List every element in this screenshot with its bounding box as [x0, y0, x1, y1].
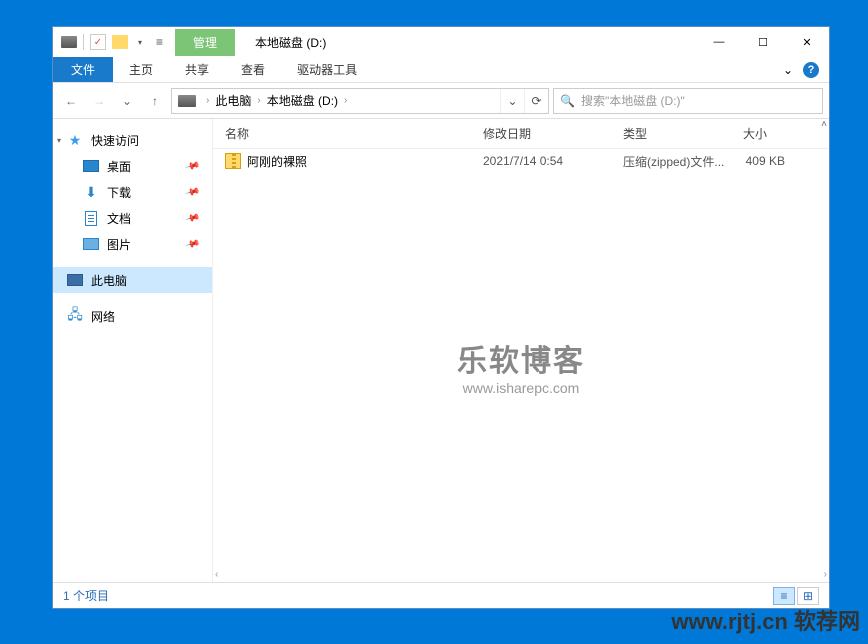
document-icon	[85, 211, 97, 226]
view-icons-button[interactable]: ⊞	[797, 587, 819, 605]
file-row[interactable]: 阿刚的裸照 2021/7/14 0:54 压缩(zipped)文件... 409…	[213, 149, 829, 173]
sidebar-network[interactable]: 🖧 网络	[53, 303, 212, 329]
pictures-icon	[83, 238, 99, 250]
pin-icon: 📌	[184, 236, 200, 252]
pc-icon	[67, 274, 83, 286]
sidebar-label: 桌面	[107, 158, 131, 175]
sidebar-label: 下载	[107, 184, 131, 201]
file-date: 2021/7/14 0:54	[483, 154, 623, 168]
star-icon: ★	[67, 132, 83, 148]
breadcrumb-sep[interactable]: ›	[253, 95, 264, 106]
quick-access-toolbar: ✓ ▾ ≡	[53, 34, 175, 50]
properties-icon[interactable]: ✓	[90, 34, 106, 50]
scroll-right-icon[interactable]: ›	[824, 569, 827, 580]
breadcrumb-thispc[interactable]: 此电脑	[213, 92, 253, 109]
ribbon-expand-icon[interactable]: ⌄	[783, 63, 793, 77]
view-details-button[interactable]: ≡	[773, 587, 795, 605]
address-drive-icon	[178, 95, 196, 107]
pin-icon: 📌	[184, 184, 200, 200]
ribbon-tab-view[interactable]: 查看	[225, 57, 281, 82]
column-header-size[interactable]: 大小	[743, 125, 829, 142]
titlebar: ✓ ▾ ≡ 管理 本地磁盘 (D:) — ☐ ✕	[53, 27, 829, 57]
sidebar-downloads[interactable]: ⬇ 下载 📌	[53, 179, 212, 205]
ribbon-tab-home[interactable]: 主页	[113, 57, 169, 82]
sidebar-label: 图片	[107, 236, 131, 253]
window-title: 本地磁盘 (D:)	[235, 34, 326, 51]
desktop-icon	[83, 160, 99, 172]
sidebar-this-pc[interactable]: 此电脑	[53, 267, 212, 293]
network-icon: 🖧	[67, 308, 83, 324]
sidebar-quick-access[interactable]: ▾ ★ 快速访问	[53, 127, 212, 153]
navigation-bar: ← → ⌄ ↑ › 此电脑 › 本地磁盘 (D:) › ⌄ ⟳ 🔍 搜索"本地磁…	[53, 83, 829, 119]
sidebar-desktop[interactable]: 桌面 📌	[53, 153, 212, 179]
file-name: 阿刚的裸照	[247, 153, 307, 170]
sidebar-documents[interactable]: 文档 📌	[53, 205, 212, 231]
search-placeholder: 搜索"本地磁盘 (D:)"	[581, 92, 685, 109]
download-icon: ⬇	[83, 184, 99, 200]
watermark-sub: www.isharepc.com	[457, 380, 585, 396]
minimize-button[interactable]: —	[697, 27, 741, 57]
column-header-date[interactable]: 修改日期	[483, 125, 623, 142]
breadcrumb-drive[interactable]: 本地磁盘 (D:)	[265, 92, 340, 109]
watermark-main: 乐软博客	[457, 336, 585, 380]
maximize-button[interactable]: ☐	[741, 27, 785, 57]
ribbon-tab-drivetools[interactable]: 驱动器工具	[281, 57, 373, 82]
file-type: 压缩(zipped)文件...	[623, 153, 743, 170]
pin-icon: 📌	[184, 158, 200, 174]
help-icon[interactable]: ?	[803, 62, 819, 78]
column-overflow-icon[interactable]: ˄	[821, 119, 827, 130]
sidebar-label: 网络	[91, 308, 115, 325]
breadcrumb-sep[interactable]: ›	[202, 95, 213, 106]
sidebar-pictures[interactable]: 图片 📌	[53, 231, 212, 257]
file-explorer-window: ✓ ▾ ≡ 管理 本地磁盘 (D:) — ☐ ✕ 文件 主页 共享 查看 驱动器…	[52, 26, 830, 609]
sidebar-label: 文档	[107, 210, 131, 227]
scroll-left-icon[interactable]: ‹	[215, 569, 218, 580]
corner-watermark: www.rjtj.cn 软荐网	[671, 604, 860, 636]
address-dropdown-icon[interactable]: ⌄	[500, 89, 524, 113]
qat-customize-icon[interactable]: ≡	[152, 35, 167, 49]
contextual-tab-manage[interactable]: 管理	[175, 29, 235, 56]
ribbon: 文件 主页 共享 查看 驱动器工具 ⌄ ?	[53, 57, 829, 83]
qat-dropdown-icon[interactable]: ▾	[134, 38, 146, 47]
file-size: 409 KB	[743, 154, 829, 168]
drive-icon[interactable]	[61, 36, 77, 48]
file-list-pane: ˄ 名称 修改日期 类型 大小 阿刚的裸照 2021/7/14 0:54 压缩(…	[213, 119, 829, 582]
nav-back-button[interactable]: ←	[59, 89, 83, 113]
navigation-pane: ▾ ★ 快速访问 桌面 📌 ⬇ 下载 📌 文档 📌	[53, 119, 213, 582]
zip-icon	[225, 153, 241, 169]
breadcrumb-sep[interactable]: ›	[340, 95, 351, 106]
status-item-count: 1 个项目	[63, 587, 109, 604]
sidebar-label: 快速访问	[91, 132, 139, 149]
file-list[interactable]: 阿刚的裸照 2021/7/14 0:54 压缩(zipped)文件... 409…	[213, 149, 829, 582]
content-area: ▾ ★ 快速访问 桌面 📌 ⬇ 下载 📌 文档 📌	[53, 119, 829, 582]
window-controls: — ☐ ✕	[697, 27, 829, 57]
address-bar[interactable]: › 此电脑 › 本地磁盘 (D:) › ⌄ ⟳	[171, 88, 549, 114]
nav-forward-button[interactable]: →	[87, 89, 111, 113]
nav-up-button[interactable]: ↑	[143, 89, 167, 113]
ribbon-tab-file[interactable]: 文件	[53, 57, 113, 82]
folder-icon[interactable]	[112, 35, 128, 49]
separator	[83, 34, 84, 50]
column-headers: 名称 修改日期 类型 大小	[213, 119, 829, 149]
close-button[interactable]: ✕	[785, 27, 829, 57]
pin-icon: 📌	[184, 210, 200, 226]
column-header-type[interactable]: 类型	[623, 125, 743, 142]
expand-caret-icon[interactable]: ▾	[57, 136, 61, 145]
watermark: 乐软博客 www.isharepc.com	[457, 336, 585, 396]
refresh-button[interactable]: ⟳	[524, 89, 548, 113]
search-icon: 🔍	[560, 94, 575, 108]
sidebar-label: 此电脑	[91, 272, 127, 289]
nav-history-dropdown[interactable]: ⌄	[115, 89, 139, 113]
column-header-name[interactable]: 名称	[225, 125, 483, 142]
search-input[interactable]: 🔍 搜索"本地磁盘 (D:)"	[553, 88, 823, 114]
ribbon-tab-share[interactable]: 共享	[169, 57, 225, 82]
